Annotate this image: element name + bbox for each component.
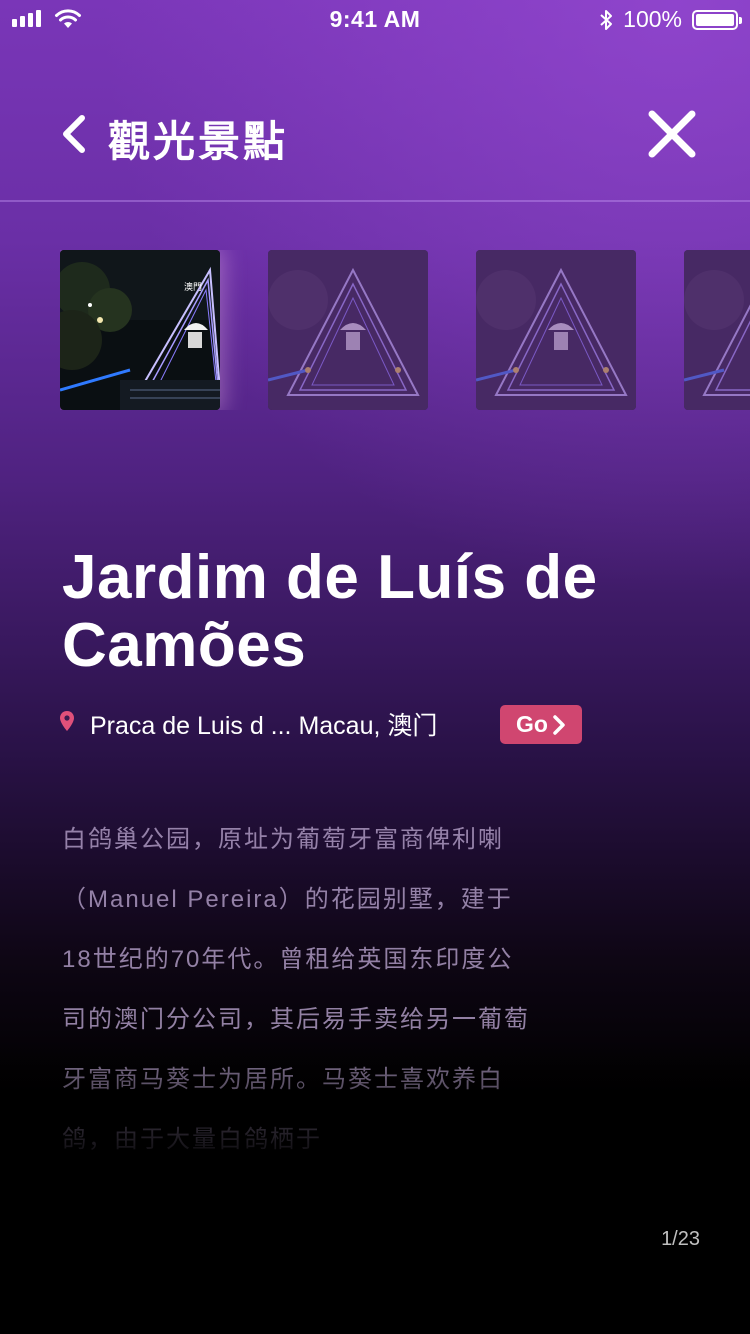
- chevron-right-icon: [553, 714, 565, 735]
- page-title: 觀光景點: [108, 118, 289, 165]
- header-divider: [0, 200, 750, 202]
- close-icon[interactable]: [644, 106, 700, 162]
- gallery-thumbnail[interactable]: [476, 250, 636, 410]
- location-pin-icon: [60, 711, 74, 731]
- gallery-thumbnail[interactable]: 澳門: [60, 250, 220, 410]
- thumbnail-dim-overlay: [268, 250, 428, 410]
- chevron-left-icon[interactable]: [56, 112, 96, 156]
- gallery-thumbnail[interactable]: [268, 250, 428, 410]
- battery-percent: 100%: [623, 6, 682, 32]
- gallery-thumbnail[interactable]: [684, 250, 750, 410]
- go-button-label: Go: [516, 711, 548, 737]
- nav-header: 觀光景點: [0, 80, 750, 200]
- status-bar: 9:41 AM 100%: [0, 0, 750, 40]
- place-name: Jardim de Luís de Camões: [62, 543, 598, 680]
- park-photo-image: 澳門: [60, 250, 220, 410]
- battery-icon: [692, 9, 742, 30]
- go-button[interactable]: Go: [500, 705, 582, 744]
- photo-gallery: 澳門: [60, 250, 750, 410]
- thumbnail-dim-overlay: [476, 250, 636, 410]
- bluetooth-icon: [600, 9, 613, 30]
- address-row: Praca de Luis d ... Macau, 澳门: [60, 704, 437, 744]
- page-indicator: 1/23: [661, 1228, 700, 1250]
- place-address: Praca de Luis d ... Macau, 澳门: [90, 712, 438, 740]
- battery-fill: [696, 13, 734, 26]
- thumbnail-dim-overlay: [684, 250, 750, 410]
- svg-text:澳門: 澳門: [184, 281, 202, 293]
- place-description: 白鸽巢公园，原址为葡萄牙富商俾利喇（Manuel Pereira）的花园别墅，建…: [62, 826, 530, 1153]
